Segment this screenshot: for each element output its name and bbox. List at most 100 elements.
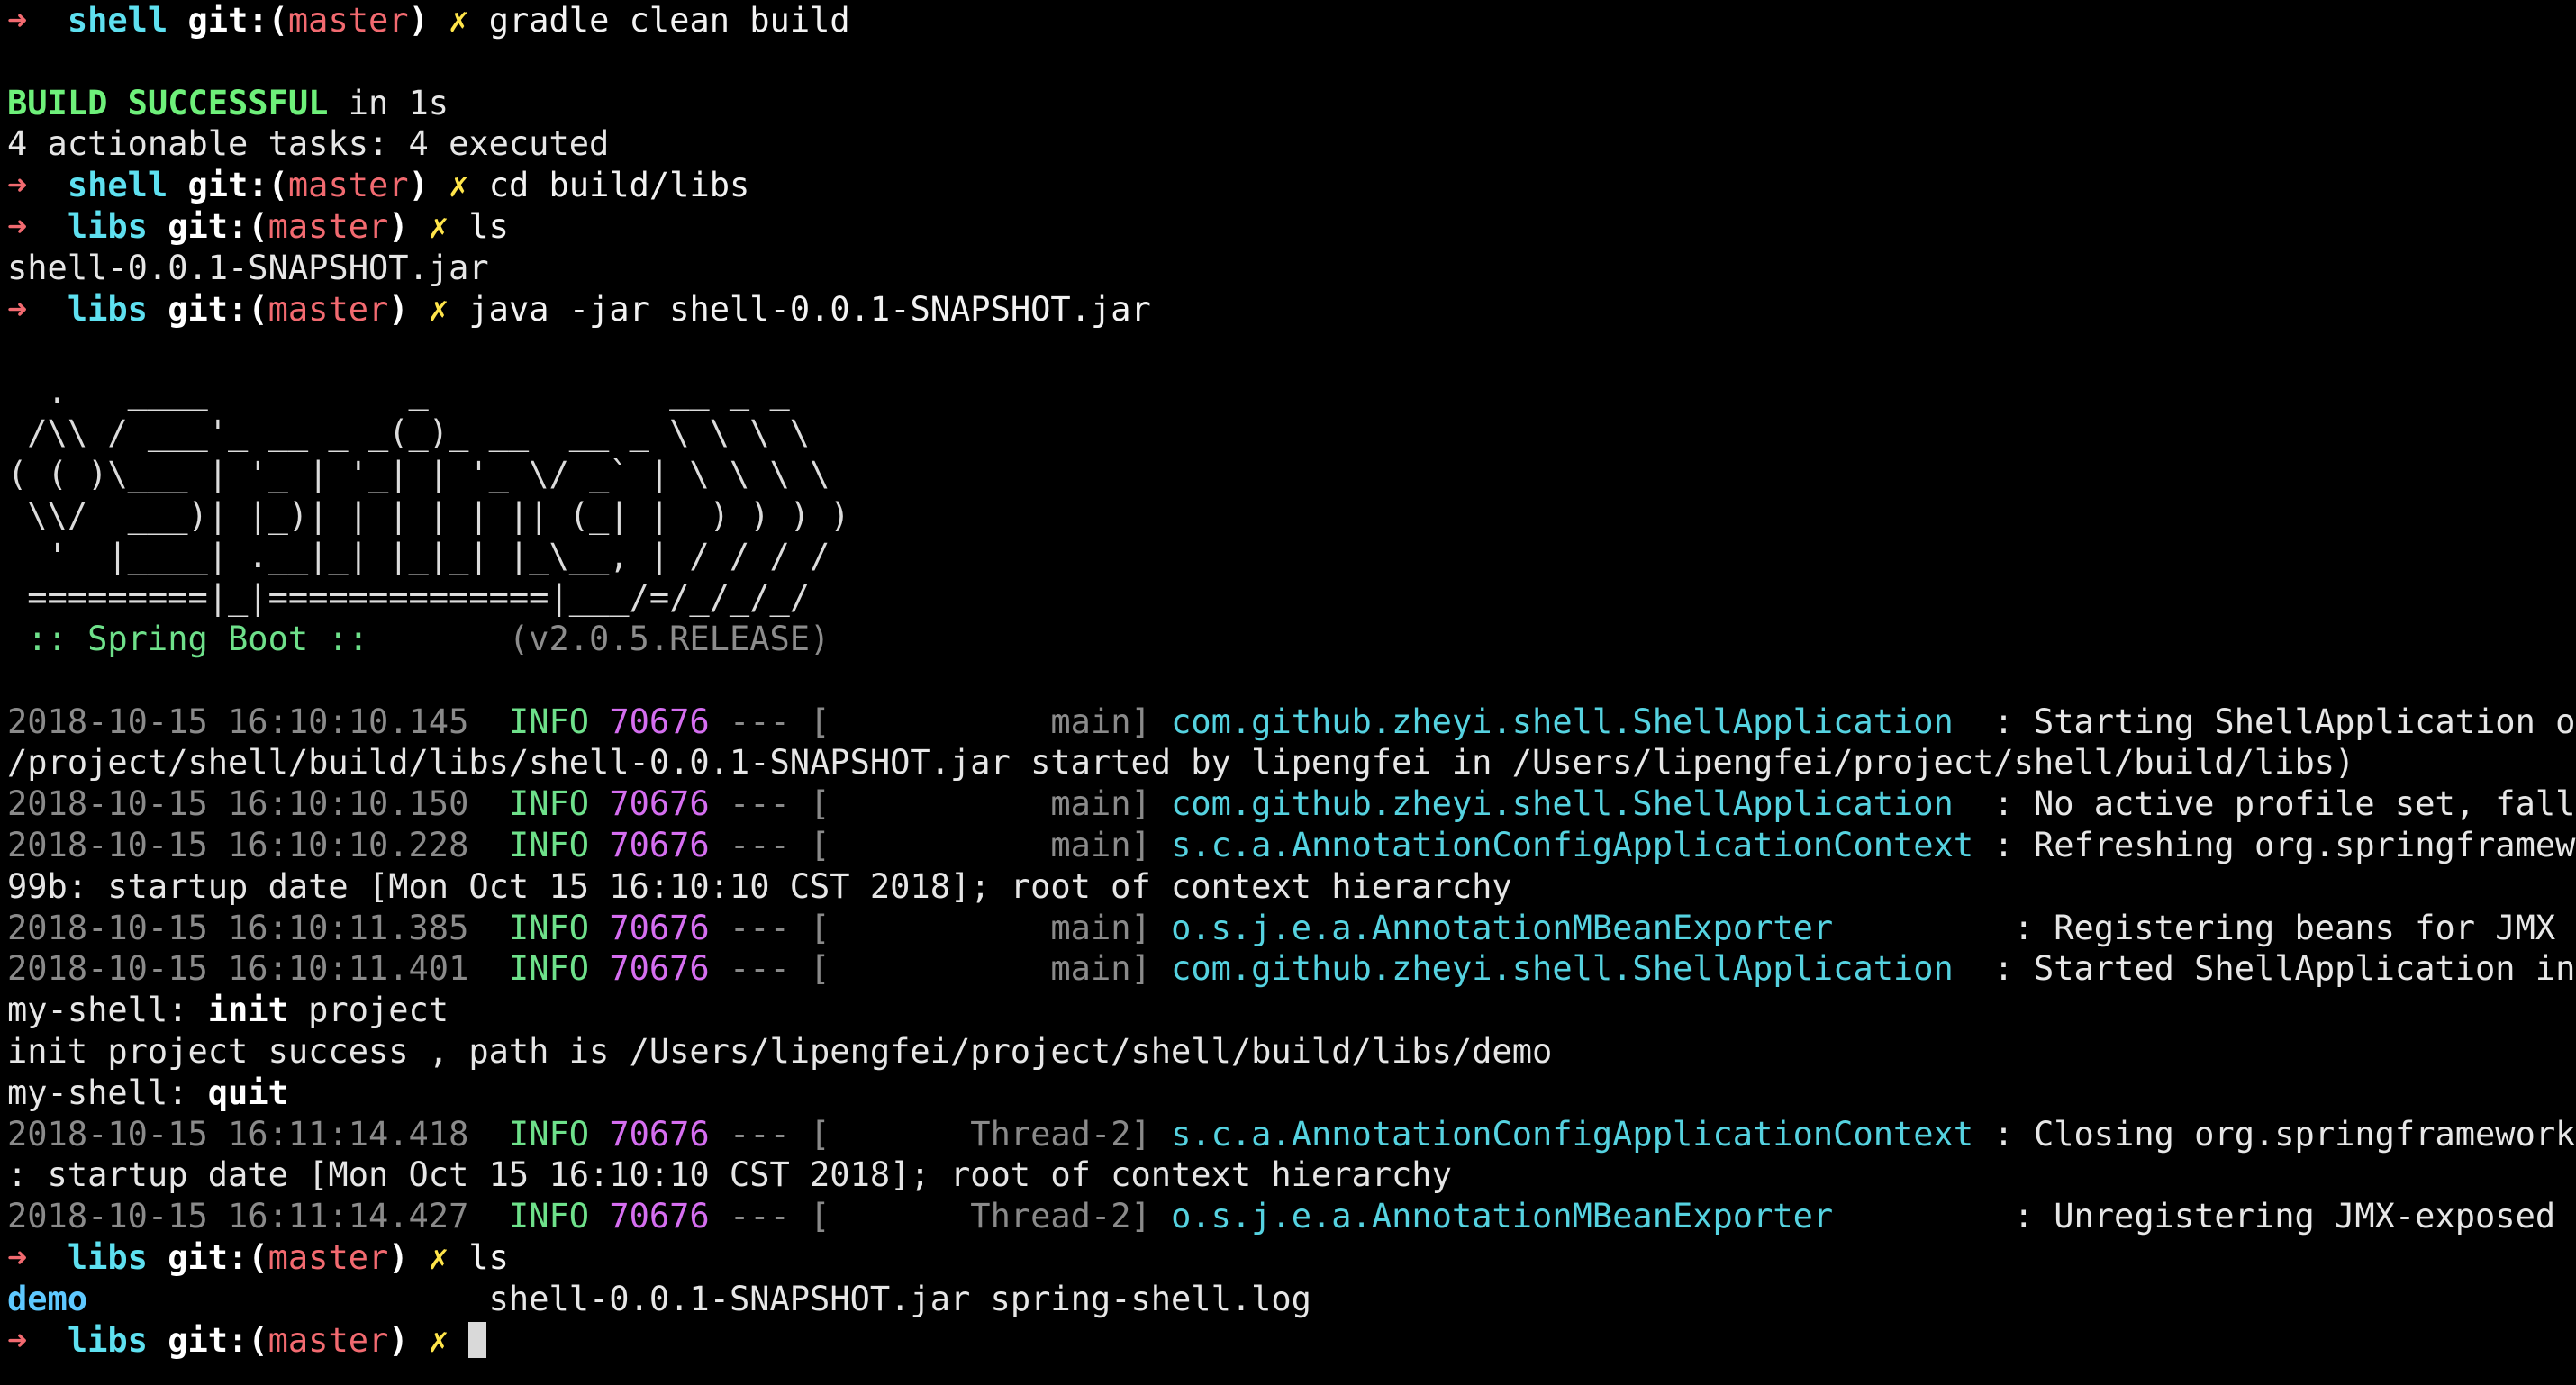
prompt-line-active[interactable]: ➜ libs git:(master) ✗ xyxy=(7,1320,2576,1362)
file-entry: shell-0.0.1-SNAPSHOT.jar xyxy=(7,248,489,287)
prompt-arrow-icon: ➜ xyxy=(7,1,28,40)
build-result-line: BUILD SUCCESSFUL in 1s xyxy=(7,83,2576,124)
git-label-close: ) xyxy=(388,289,409,329)
log-thread: [ Thread-2] xyxy=(810,1197,1151,1236)
log-wrap-line: 99b: startup date [Mon Oct 15 16:10:10 C… xyxy=(7,866,2576,908)
log-logger: o.s.j.e.a.AnnotationMBeanExporter xyxy=(1171,1197,1994,1236)
log-pid: 70676 xyxy=(609,702,710,741)
prompt-dir: libs xyxy=(67,1320,148,1360)
text-cursor[interactable] xyxy=(468,1322,487,1358)
log-message-continued: : startup date [Mon Oct 15 16:10:10 CST … xyxy=(7,1155,1452,1195)
log-message: : Closing org.springframework.context.an… xyxy=(1993,1114,2576,1154)
log-logger: com.github.zheyi.shell.ShellApplication xyxy=(1171,949,1974,989)
git-label-close: ) xyxy=(408,1,429,40)
log-logger: s.c.a.AnnotationConfigApplicationContext xyxy=(1171,825,1974,864)
prompt-line: ➜ shell git:(master) ✗ gradle clean buil… xyxy=(7,0,2576,41)
dirty-marker-icon: ✗ xyxy=(449,166,469,205)
log-line: 2018-10-15 16:11:14.427 INFO 70676 --- [… xyxy=(7,1196,2576,1237)
log-separator: --- xyxy=(729,784,790,824)
log-wrap-line: : startup date [Mon Oct 15 16:10:10 CST … xyxy=(7,1154,2576,1196)
log-line: 2018-10-15 16:10:10.228 INFO 70676 --- [… xyxy=(7,825,2576,866)
banner-line: ( ( )\___ | '_ | '_| | '_ \/ _` | \ \ \ … xyxy=(7,454,830,493)
log-logger: com.github.zheyi.shell.ShellApplication xyxy=(1171,702,1974,741)
ls-output-line: demo shell-0.0.1-SNAPSHOT.jar spring-she… xyxy=(7,1279,2576,1320)
git-label-close: ) xyxy=(408,166,429,205)
build-tasks-line: 4 actionable tasks: 4 executed xyxy=(7,123,2576,165)
log-line: 2018-10-15 16:11:14.418 INFO 70676 --- [… xyxy=(7,1114,2576,1155)
git-label-close: ) xyxy=(388,1320,409,1360)
log-separator: --- xyxy=(729,702,790,741)
log-logger: com.github.zheyi.shell.ShellApplication xyxy=(1171,784,1974,824)
shell-prompt: my-shell: xyxy=(7,991,208,1030)
dirty-marker-icon: ✗ xyxy=(428,1237,449,1277)
git-label: git:( xyxy=(168,206,268,246)
log-message: : Refreshing org.springframework.context… xyxy=(1993,825,2576,864)
banner-line: /\\ / ___'_ __ _ _(_)_ __ __ _ \ \ \ \ xyxy=(7,412,811,452)
command-text: ls xyxy=(468,1237,509,1277)
log-level: INFO xyxy=(508,949,590,989)
shell-command-arg: project xyxy=(287,991,449,1030)
prompt-line: ➜ libs git:(master) ✗ ls xyxy=(7,206,2576,248)
prompt-arrow-icon: ➜ xyxy=(7,1237,28,1277)
git-label-close: ) xyxy=(388,206,409,246)
prompt-dir: shell xyxy=(67,166,168,205)
log-level: INFO xyxy=(508,702,590,741)
log-message: : Unregistering JMX-exposed beans on shu… xyxy=(2013,1197,2576,1236)
log-timestamp: 2018-10-15 16:11:14.418 xyxy=(7,1114,469,1154)
log-message: : Starting ShellApplication on pengfeili… xyxy=(1993,702,2576,741)
log-message-continued: 99b: startup date [Mon Oct 15 16:10:10 C… xyxy=(7,866,1512,906)
log-timestamp: 2018-10-15 16:10:11.401 xyxy=(7,949,469,989)
dirty-marker-icon: ✗ xyxy=(449,1,469,40)
log-message: : Registering beans for JMX exposure on … xyxy=(2013,908,2576,947)
shell-command: init xyxy=(207,991,288,1030)
git-label: git:( xyxy=(168,1237,268,1277)
log-thread: [ main] xyxy=(810,949,1151,989)
log-pid: 70676 xyxy=(609,825,710,864)
banner-line: =========|_|==============|___/=/_/_/_/ xyxy=(7,578,811,618)
command-text: ls xyxy=(468,206,509,246)
log-timestamp: 2018-10-15 16:10:10.150 xyxy=(7,784,469,824)
log-pid: 70676 xyxy=(609,1114,710,1154)
banner-line: \\/ ___)| |_)| | | | | || (_| | ) ) ) ) xyxy=(7,495,850,535)
log-level: INFO xyxy=(508,784,590,824)
log-line: 2018-10-15 16:10:11.385 INFO 70676 --- [… xyxy=(7,908,2576,949)
prompt-arrow-icon: ➜ xyxy=(7,206,28,246)
git-branch: master xyxy=(268,1320,389,1360)
git-label: git:( xyxy=(168,289,268,329)
command-text: gradle clean build xyxy=(488,1,850,40)
log-thread: [ main] xyxy=(810,908,1151,947)
banner-line: ' |____| .__|_| |_|_| |_\__, | / / / / xyxy=(7,537,830,576)
terminal-window[interactable]: ➜ shell git:(master) ✗ gradle clean buil… xyxy=(7,0,2576,1385)
log-pid: 70676 xyxy=(609,949,710,989)
log-line: 2018-10-15 16:10:11.401 INFO 70676 --- [… xyxy=(7,948,2576,990)
prompt-line: ➜ libs git:(master) ✗ java -jar shell-0.… xyxy=(7,289,2576,330)
log-pid: 70676 xyxy=(609,908,710,947)
log-level: INFO xyxy=(508,1197,590,1236)
prompt-dir: libs xyxy=(67,1237,148,1277)
git-branch: master xyxy=(268,206,389,246)
log-pid: 70676 xyxy=(609,1197,710,1236)
shell-output-line: init project success , path is /Users/li… xyxy=(7,1031,2576,1073)
prompt-dir: shell xyxy=(67,1,168,40)
prompt-dir: libs xyxy=(67,206,148,246)
log-timestamp: 2018-10-15 16:10:11.385 xyxy=(7,908,469,947)
log-pid: 70676 xyxy=(609,784,710,824)
file-entries: shell-0.0.1-SNAPSHOT.jar spring-shell.lo… xyxy=(488,1279,1311,1318)
ls-output-line: shell-0.0.1-SNAPSHOT.jar xyxy=(7,248,2576,289)
command-text: cd build/libs xyxy=(488,166,750,205)
prompt-arrow-icon: ➜ xyxy=(7,1320,28,1360)
spring-boot-version: (v2.0.5.RELEASE) xyxy=(388,619,830,658)
log-separator: --- xyxy=(729,949,790,989)
directory-entry: demo xyxy=(7,1279,88,1318)
git-label: git:( xyxy=(187,1,288,40)
shell-input-line: my-shell: init project xyxy=(7,990,2576,1031)
dirty-marker-icon: ✗ xyxy=(428,289,449,329)
log-line: 2018-10-15 16:10:10.145 INFO 70676 --- [… xyxy=(7,702,2576,743)
build-tasks-text: 4 actionable tasks: 4 executed xyxy=(7,124,610,164)
log-level: INFO xyxy=(508,825,590,864)
log-message: : No active profile set, falling back to… xyxy=(1993,784,2576,824)
git-label: git:( xyxy=(168,1320,268,1360)
log-timestamp: 2018-10-15 16:10:10.228 xyxy=(7,825,469,864)
